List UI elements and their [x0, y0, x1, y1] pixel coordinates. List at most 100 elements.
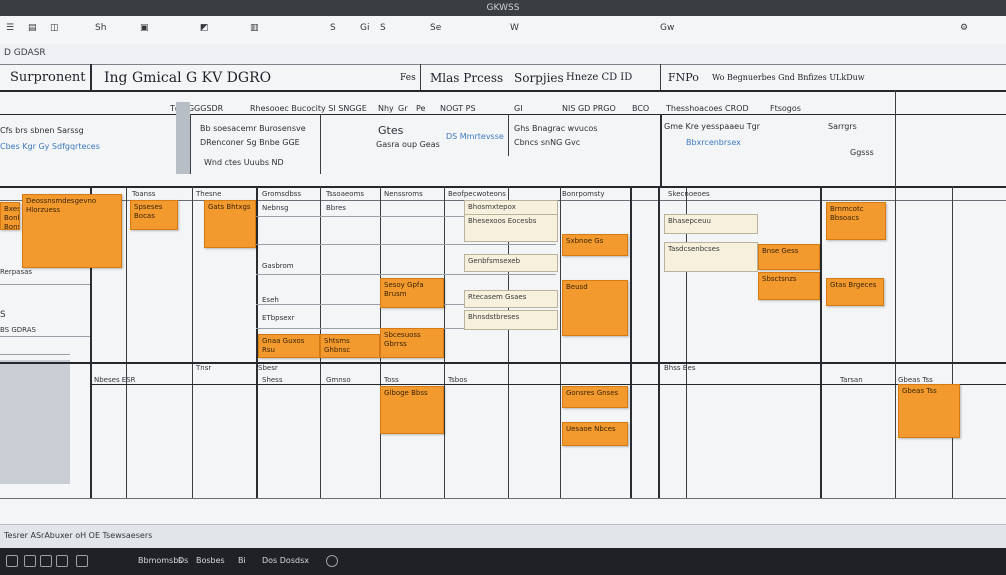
lower-label-4: Shess — [262, 376, 283, 384]
start-icon[interactable] — [6, 553, 18, 569]
sticky-note[interactable]: Bnse Gess — [758, 244, 820, 270]
divider — [560, 186, 561, 498]
sticky-note[interactable]: Brnmcotc Bbsoacs — [826, 202, 886, 240]
lower-label-1: Nbeses ESR — [94, 376, 136, 384]
header-col3: Fes — [400, 73, 416, 83]
gray-band — [0, 360, 70, 484]
info-l1: Cfs brs sbnen Sarssg — [0, 126, 84, 135]
sticky-note[interactable]: Sesoy Gpfa Brusm — [380, 278, 444, 308]
lower-label-5: Gmnso — [326, 376, 351, 384]
divider — [820, 186, 822, 498]
header-col5: Sorpjies — [514, 71, 564, 85]
header-col6: Hneze CD ID — [566, 72, 633, 83]
info-p1: Gme Kre yesspaaeu Tgr — [664, 122, 760, 131]
info-o1: Ghs Bnagrac wvucos — [514, 124, 598, 133]
info-l2: Cbes Kgr Gy Sdfgqrteces — [0, 142, 100, 151]
column-header-2: Thesne — [196, 190, 222, 198]
divider — [660, 64, 661, 90]
sticky-note[interactable]: Deossnsmdesgevno Hlorzuess — [22, 194, 122, 268]
taskbar-item-3[interactable]: Bosbes — [196, 553, 225, 569]
divider — [0, 362, 1006, 364]
row-label-3: Gasbrom — [262, 262, 294, 270]
divider — [952, 186, 953, 498]
column-header-4: Tssoaeoms — [326, 190, 365, 198]
sticky-note[interactable]: Sxbnoe Gs — [562, 234, 628, 256]
header-col2: Ing Gmical G KV DGRO — [104, 70, 272, 86]
divider — [0, 114, 1006, 115]
sticky-note[interactable]: Spseses Bocas — [130, 200, 178, 230]
app-icon[interactable] — [76, 553, 88, 569]
app-icon[interactable] — [40, 553, 52, 569]
taskbar-item-6[interactable]: Dos Dosdsx — [262, 553, 309, 569]
app-icon[interactable] — [56, 553, 68, 569]
sticky-note[interactable]: Gbeas Tss — [898, 384, 960, 438]
subheader-b: Rhesooec Bucocity SI SNGGE — [250, 104, 367, 113]
status-bar: Tesrer ASrAbuxer oH OE Tsewsaesers — [0, 524, 1006, 548]
sticky-note[interactable]: Sbcesuoss Gbrrss — [380, 328, 444, 358]
task-card[interactable]: Bhasepceuu — [664, 214, 758, 234]
sticky-note[interactable]: Shtsms Ghbnsc — [320, 334, 380, 358]
sticky-note[interactable]: Gtas Brgeces — [826, 278, 884, 306]
task-card[interactable]: Bhnsdstbreses — [464, 310, 558, 330]
divider — [320, 114, 321, 174]
row-label-4: Eseh — [262, 296, 279, 304]
app-window: GKWSS ☰ ▤ ◫ Sh ▣ ◩ ▥ S Gi S Se W Gw ⚙ D … — [0, 0, 1006, 548]
toolbar-icon-2[interactable]: ▤ — [28, 23, 37, 33]
divider — [192, 186, 193, 498]
sticky-note[interactable]: Gats Bhtxgs — [204, 200, 256, 248]
toolbar-item-4[interactable]: S — [380, 23, 386, 33]
divider — [126, 186, 127, 498]
taskbar-item-4[interactable]: Bi — [238, 553, 246, 569]
task-card[interactable]: Bhesexoos Eocesbs — [464, 214, 558, 242]
divider — [660, 114, 662, 188]
toolbar-icon-3[interactable]: ◫ — [50, 23, 59, 33]
subheader-i: BCO — [632, 104, 650, 113]
column-header-1: Toanss — [132, 190, 156, 198]
taskbar-item-2[interactable]: Ds — [178, 553, 188, 569]
sticky-note[interactable]: Glboge Bbss — [380, 386, 444, 434]
toolbar-icon-5[interactable]: ◩ — [200, 23, 209, 33]
toolbar-item-2[interactable]: S — [330, 23, 336, 33]
divider — [90, 64, 92, 90]
sticky-note[interactable]: Uesaoe Nbces — [562, 422, 628, 446]
divider — [256, 244, 556, 245]
toolbar-icon-6[interactable]: ▥ — [250, 23, 259, 33]
toolbar-item-6[interactable]: W — [510, 23, 519, 33]
toolbar-item-1[interactable]: Sh — [95, 23, 106, 33]
sticky-note[interactable]: Gnaa Guxos Rsu — [258, 334, 320, 358]
left-label-2: S — [0, 310, 6, 320]
task-card[interactable]: Genbfsmsexeb — [464, 254, 558, 272]
sticky-note[interactable]: Bxeseosn Bonbs Bonssz — [0, 202, 20, 230]
gray-band — [176, 102, 190, 174]
toolbar-icon-4[interactable]: ▣ — [140, 23, 149, 33]
info-m3: Wnd ctes Uuubs ND — [204, 158, 284, 167]
divider — [658, 186, 660, 498]
app-icon[interactable] — [326, 553, 338, 569]
task-card[interactable]: Rtecasem Gsaes — [464, 290, 558, 308]
file-path-bar: D GDASR — [0, 44, 1006, 65]
divider — [895, 90, 896, 186]
column-header-5: Nenssroms — [384, 190, 423, 198]
sticky-note[interactable]: Gonsres Gnses — [562, 386, 628, 408]
toolbar-icon-7[interactable]: ⚙ — [960, 23, 968, 33]
taskbar-item-1[interactable]: Bbmomsbs — [138, 553, 182, 569]
header-col1: Surpronent — [10, 70, 86, 85]
left-label-1: Rerpasas — [0, 268, 33, 276]
lower-label-3: Sbesr — [258, 364, 278, 372]
info-n1: Gtes — [378, 124, 404, 137]
toolbar-item-7[interactable]: Gw — [660, 23, 674, 33]
left-label-3: BS GDRAS — [0, 326, 36, 334]
divider — [0, 64, 1006, 65]
column-header-8: Skecnoeoes — [668, 190, 710, 198]
task-card[interactable]: Tasdcsenbcses — [664, 242, 758, 272]
app-icon[interactable] — [24, 553, 36, 569]
toolbar-item-5[interactable]: Se — [430, 23, 441, 33]
divider — [256, 274, 556, 275]
toolbar-icon-1[interactable]: ☰ — [6, 23, 14, 33]
divider — [630, 186, 632, 498]
toolbar-item-3[interactable]: Gi — [360, 23, 369, 33]
row-label-1: Nebnsg — [262, 204, 289, 212]
sticky-note[interactable]: Beusd — [562, 280, 628, 336]
info-m2: DRenconer Sg Bnbe GGE — [200, 138, 300, 147]
sticky-note[interactable]: Sbsctsnzs — [758, 272, 820, 300]
